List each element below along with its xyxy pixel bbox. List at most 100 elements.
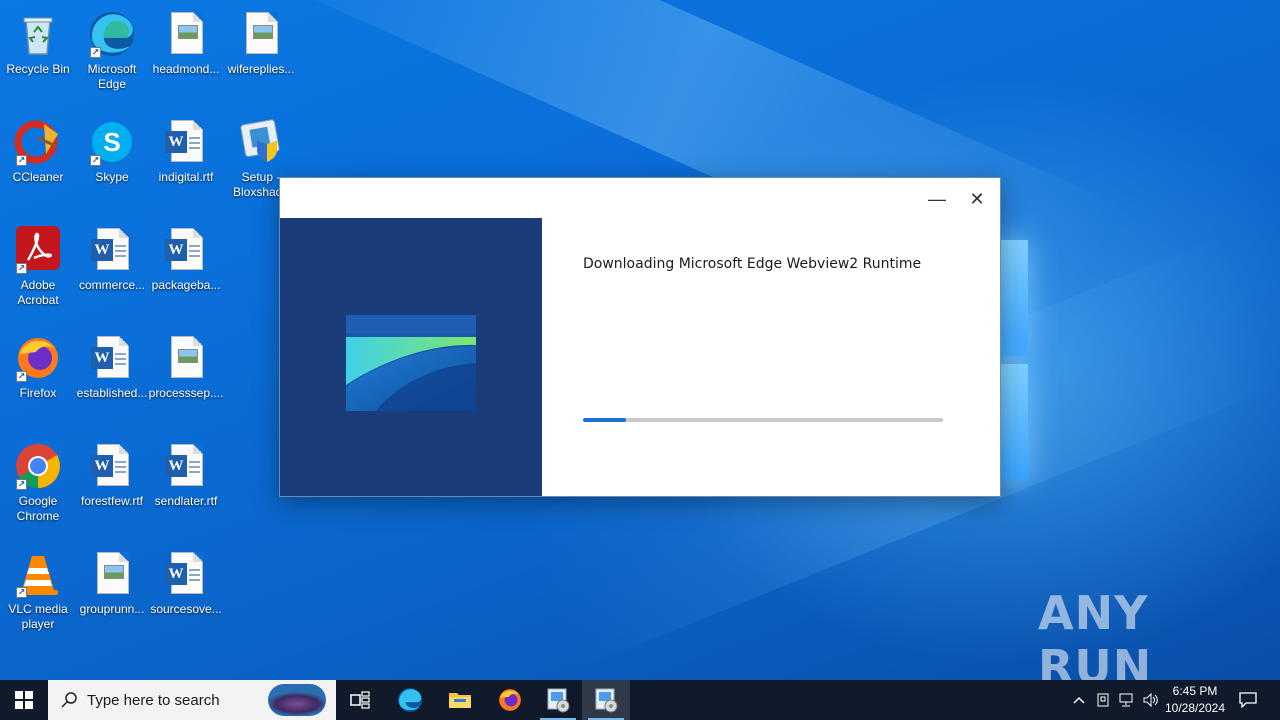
word-document-icon: W	[88, 334, 136, 382]
ccleaner-icon: ↗	[14, 118, 62, 166]
word-document-icon: W	[88, 226, 136, 274]
taskbar-firefox-button[interactable]	[486, 680, 534, 720]
notification-icon	[1239, 692, 1257, 708]
desktop-icon-label: commerce...	[78, 278, 145, 292]
taskbar-installer-button[interactable]	[534, 680, 582, 720]
taskbar-edge-button[interactable]	[386, 680, 434, 720]
progress-fill	[583, 418, 627, 422]
desktop-icon-label: Recycle Bin	[6, 62, 70, 76]
wallpaper-windows-logo	[996, 240, 1036, 480]
installer-shield-icon	[237, 118, 285, 166]
desktop-icon-label: forestfew.rtf	[80, 494, 144, 508]
desktop-icon-microsoft-edge[interactable]: ↗ Microsoft Edge	[74, 4, 150, 104]
windows-start-icon	[15, 691, 33, 709]
network-icon	[1119, 693, 1133, 707]
svg-text:S: S	[103, 127, 120, 157]
desktop-icon-label: Adobe Acrobat	[17, 278, 59, 307]
folder-icon	[449, 693, 471, 708]
desktop-icon-image-file[interactable]: headmond...	[148, 4, 224, 104]
task-view-icon	[350, 691, 370, 709]
tray-device-button[interactable]	[1092, 680, 1114, 720]
image-file-icon	[162, 10, 210, 58]
download-progress-bar	[583, 418, 943, 422]
minimize-button[interactable]: —	[917, 184, 957, 214]
desktop-icon-firefox[interactable]: ↗ Firefox	[0, 328, 76, 428]
desktop-icon-label: indigital.rtf	[158, 170, 214, 184]
desktop-icon-label: sourcesove...	[150, 602, 222, 616]
action-center-button[interactable]	[1232, 680, 1264, 720]
desktop-icon-label: established...	[76, 386, 148, 400]
desktop-icon-label: processsep....	[148, 386, 224, 400]
taskbar-file-explorer-button[interactable]	[436, 680, 484, 720]
search-placeholder: Type here to search	[87, 691, 220, 709]
clock-time: 6:45 PM	[1172, 684, 1218, 698]
desktop-icon-rtf-document[interactable]: W packageba...	[148, 220, 224, 320]
desktop-icon-label: wifereplies...	[227, 62, 295, 76]
webview2-logo-icon	[346, 315, 476, 411]
desktop-icon-vlc[interactable]: ↗ VLC media player	[0, 544, 76, 644]
desktop-icon-rtf-document[interactable]: W sourcesove...	[148, 544, 224, 644]
word-document-icon: W	[162, 442, 210, 490]
desktop-icon-label: VLC media player	[8, 602, 68, 631]
desktop-icon-label: sendlater.rtf	[154, 494, 218, 508]
desktop-icon-image-file[interactable]: grouprunn...	[74, 544, 150, 644]
image-file-icon	[237, 10, 285, 58]
desktop-icon-label: CCleaner	[12, 170, 64, 184]
desktop-icon-image-file[interactable]: processsep....	[148, 328, 224, 428]
word-document-icon: W	[162, 550, 210, 598]
chevron-up-icon	[1073, 696, 1085, 704]
desktop-icon-google-chrome[interactable]: ↗ Google Chrome	[0, 436, 76, 536]
title-bar[interactable]: — ✕	[280, 178, 1000, 218]
edge-icon: ↗	[88, 10, 136, 58]
desktop-icon-rtf-document[interactable]: W sendlater.rtf	[148, 436, 224, 536]
device-icon	[1097, 693, 1109, 707]
desktop-icon-image-file[interactable]: wifereplies...	[223, 4, 299, 104]
taskbar: Type here to search 6:45 PM 10/28/2024	[0, 680, 1280, 720]
desktop-icon-ccleaner[interactable]: ↗ CCleaner	[0, 112, 76, 212]
word-document-icon: W	[162, 226, 210, 274]
desktop-icon-label: Firefox	[19, 386, 57, 400]
show-hidden-icons-button[interactable]	[1068, 680, 1090, 720]
clock-date: 10/28/2024	[1164, 701, 1226, 715]
desktop-icon-rtf-document[interactable]: W indigital.rtf	[148, 112, 224, 212]
network-button[interactable]	[1116, 680, 1138, 720]
desktop-icon-label: Microsoft Edge	[87, 62, 137, 91]
desktop-icon-label: Google Chrome	[16, 494, 60, 523]
desktop-icon-label: grouprunn...	[79, 602, 145, 616]
task-view-button[interactable]	[336, 680, 384, 720]
download-status-title: Downloading Microsoft Edge Webview2 Runt…	[583, 256, 922, 272]
desktop-icon-adobe-acrobat[interactable]: ↗ Adobe Acrobat	[0, 220, 76, 320]
installer-icon	[547, 688, 570, 713]
desktop-icon-label: Skype	[95, 170, 129, 184]
desktop-icon-recycle-bin[interactable]: Recycle Bin	[0, 4, 76, 104]
image-file-icon	[162, 334, 210, 382]
desktop-icon-rtf-document[interactable]: W forestfew.rtf	[74, 436, 150, 536]
edge-icon	[398, 688, 422, 712]
webview2-installer-window[interactable]: — ✕ Downloading Microsoft Edge Webview2 …	[279, 177, 1001, 497]
desktop-icon-rtf-document[interactable]: W commerce...	[74, 220, 150, 320]
taskbar-installer-button-active[interactable]	[582, 680, 630, 720]
search-icon	[61, 692, 77, 708]
search-highlight-image	[268, 684, 326, 716]
firefox-icon: ↗	[14, 334, 62, 382]
installer-banner	[280, 218, 542, 496]
desktop-icon-skype[interactable]: S ↗ Skype	[74, 112, 150, 212]
adobe-acrobat-icon: ↗	[14, 226, 62, 274]
installer-content: Downloading Microsoft Edge Webview2 Runt…	[542, 218, 1000, 496]
recycle-bin-icon	[14, 10, 62, 58]
taskbar-search-box[interactable]: Type here to search	[48, 680, 336, 720]
vlc-cone-icon: ↗	[14, 550, 62, 598]
google-chrome-icon: ↗	[14, 442, 62, 490]
watermark-text: ANY RUN	[1038, 586, 1153, 694]
word-document-icon: W	[162, 118, 210, 166]
taskbar-clock[interactable]: 6:45 PM 10/28/2024	[1158, 683, 1232, 717]
close-button[interactable]: ✕	[957, 184, 997, 214]
word-document-icon: W	[88, 442, 136, 490]
desktop-icon-label: packageba...	[151, 278, 221, 292]
desktop-icon-rtf-document[interactable]: W established...	[74, 328, 150, 428]
installer-icon	[595, 688, 618, 713]
firefox-icon	[499, 689, 521, 711]
image-file-icon	[88, 550, 136, 598]
skype-icon: S ↗	[88, 118, 136, 166]
start-button[interactable]	[0, 680, 48, 720]
